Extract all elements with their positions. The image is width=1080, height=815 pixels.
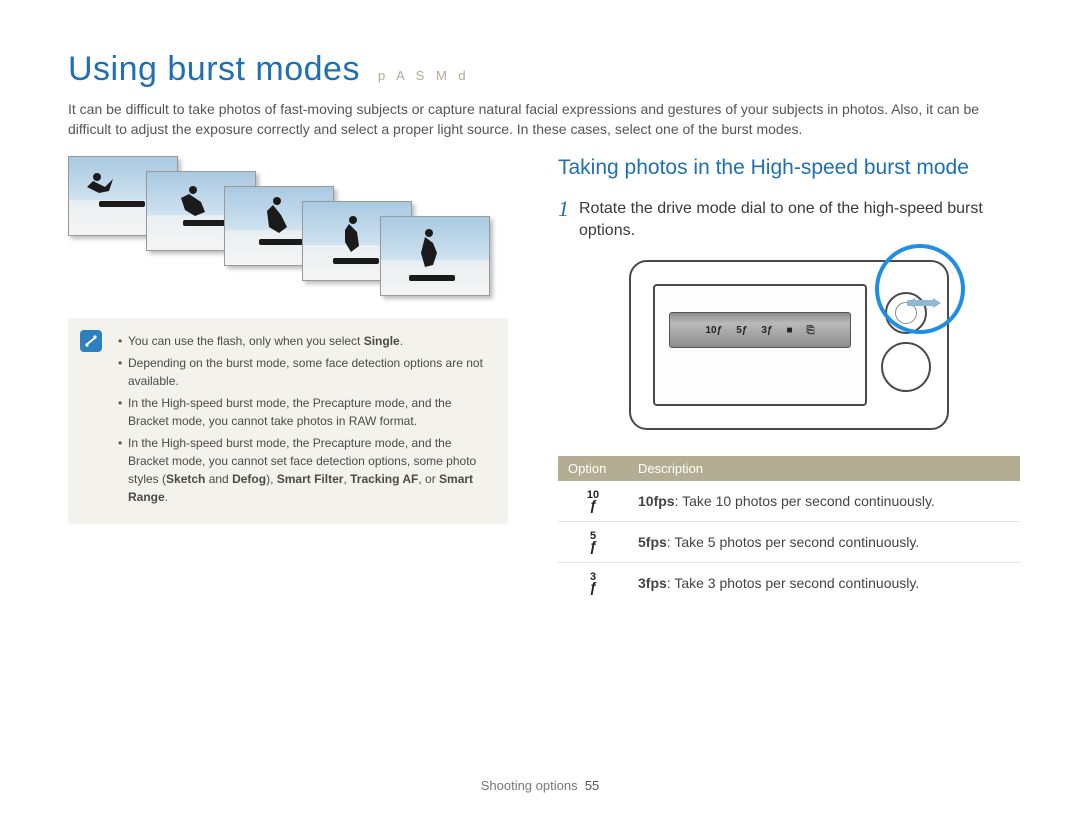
control-wheel — [881, 342, 931, 392]
footer-section-label: Shooting options — [481, 778, 578, 793]
dial-arrow-icon — [907, 298, 941, 308]
dial-highlight-circle — [875, 244, 965, 334]
mode-letters: p A S M d — [378, 68, 470, 83]
burst-5fps-icon: 5ƒ — [568, 532, 618, 552]
note-item-1: You can use the flash, only when you sel… — [118, 332, 492, 350]
page-title: Using burst modes — [68, 50, 360, 89]
table-row: 5ƒ 5fps: Take 5 photos per second contin… — [558, 522, 1020, 563]
step-text: Rotate the drive mode dial to one of the… — [579, 198, 1020, 243]
burst-10fps-icon: 10ƒ — [568, 491, 618, 511]
option-desc-10fps: 10fps: Take 10 photos per second continu… — [628, 481, 1020, 521]
burst-thumbnail-strip — [68, 156, 508, 296]
camera-illustration: 10ƒ 5ƒ 3ƒ ■ ⎘ — [629, 260, 949, 430]
burst-3fps-icon: 3ƒ — [568, 573, 618, 593]
option-desc-3fps: 3fps: Take 3 photos per second continuou… — [628, 563, 1020, 603]
note-item-2: Depending on the burst mode, some face d… — [118, 354, 492, 390]
intro-paragraph: It can be difficult to take photos of fa… — [68, 99, 1008, 140]
step-number: 1 — [558, 198, 569, 243]
note-item-3: In the High-speed burst mode, the Precap… — [118, 394, 492, 430]
page-footer: Shooting options 55 — [0, 778, 1080, 793]
step-1: 1 Rotate the drive mode dial to one of t… — [558, 198, 1020, 243]
page-number: 55 — [585, 778, 599, 793]
note-item-4: In the High-speed burst mode, the Precap… — [118, 434, 492, 506]
drive-mode-strip: 10ƒ 5ƒ 3ƒ ■ ⎘ — [669, 312, 851, 348]
table-row: 3ƒ 3fps: Take 3 photos per second contin… — [558, 563, 1020, 603]
note-icon — [80, 330, 102, 352]
options-table: Option Description 10ƒ 10fps: Take 10 ph… — [558, 456, 1020, 603]
burst-thumb-5 — [380, 216, 490, 296]
section-title: Taking photos in the High-speed burst mo… — [558, 156, 1020, 180]
options-header-description: Description — [628, 456, 1020, 481]
table-row: 10ƒ 10fps: Take 10 photos per second con… — [558, 481, 1020, 521]
camera-lcd: 10ƒ 5ƒ 3ƒ ■ ⎘ — [653, 284, 867, 406]
options-header-option: Option — [558, 456, 628, 481]
note-box: You can use the flash, only when you sel… — [68, 318, 508, 524]
option-desc-5fps: 5fps: Take 5 photos per second continuou… — [628, 522, 1020, 563]
